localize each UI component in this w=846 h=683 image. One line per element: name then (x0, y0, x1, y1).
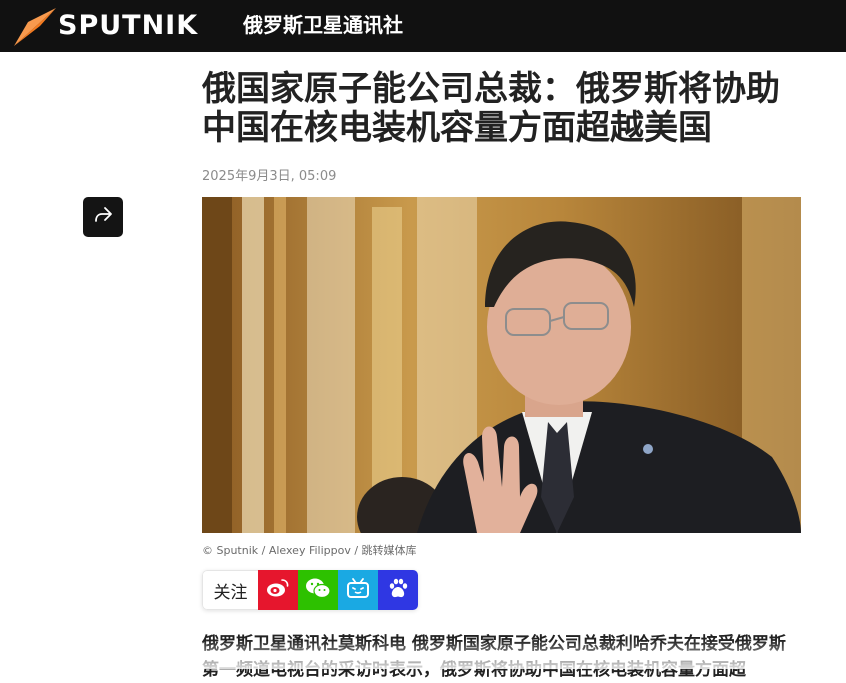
bilibili-button[interactable] (338, 570, 378, 610)
brand-wordmark[interactable]: SPUTNIK (58, 8, 198, 44)
bottom-fade-overlay (0, 640, 846, 669)
wechat-icon (305, 577, 331, 603)
share-button[interactable] (83, 197, 123, 237)
sputnik-logo-icon[interactable] (12, 4, 56, 48)
follow-label: 关注 (202, 570, 258, 610)
photo-credit[interactable]: © Sputnik / Alexey Filippov / 跳转媒体库 (202, 542, 417, 558)
baidu-icon (387, 577, 409, 603)
weibo-icon (266, 578, 290, 602)
share-arrow-icon (93, 206, 113, 228)
article-photo[interactable] (202, 197, 801, 533)
site-name[interactable]: 俄罗斯卫星通讯社 (243, 12, 403, 38)
weibo-button[interactable] (258, 570, 298, 610)
social-follow-bar: 关注 (202, 570, 418, 610)
top-navigation-bar: SPUTNIK 俄罗斯卫星通讯社 (0, 0, 846, 52)
publish-date: 2025年9月3日, 05:09 (202, 169, 337, 184)
wechat-button[interactable] (298, 570, 338, 610)
article-title: 俄国家原子能公司总裁：俄罗斯将协助中国在核电装机容量方面超越美国 (202, 69, 780, 148)
bilibili-icon (346, 577, 370, 603)
baidu-button[interactable] (378, 570, 418, 610)
